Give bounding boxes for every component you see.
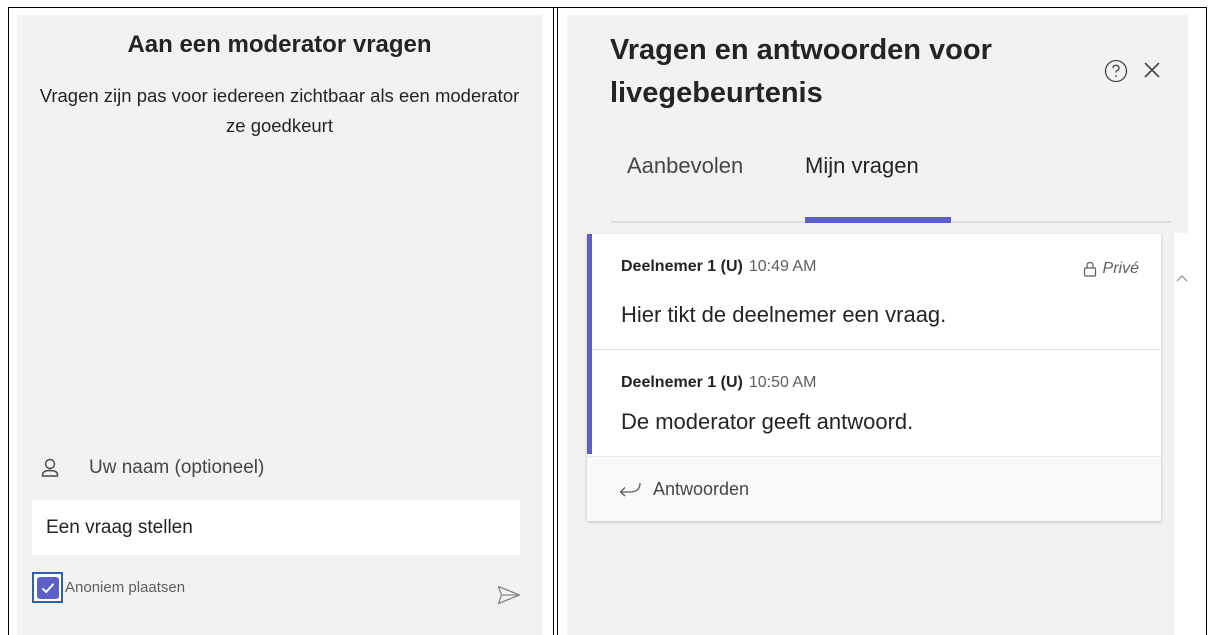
send-icon[interactable] <box>497 585 521 605</box>
question-input[interactable] <box>32 500 520 555</box>
qa-panel: Vragen en antwoorden voor livegebeurteni… <box>567 15 1188 635</box>
name-field[interactable]: Uw naam (optioneel) <box>41 453 264 483</box>
private-label: Privé <box>1102 260 1139 277</box>
ask-panel-subtitle: Vragen zijn pas voor iedereen zichtbaar … <box>39 85 520 136</box>
tab-recommended[interactable]: Aanbevolen <box>627 153 743 179</box>
message-author: Deelnemer 1 (U) <box>621 258 743 275</box>
answer-message: Deelnemer 1 (U) 10:50 AM De moderator ge… <box>592 350 1161 456</box>
message-time: 10:50 AM <box>748 374 817 391</box>
message-author: Deelnemer 1 (U) <box>621 374 743 391</box>
frame-divider-left <box>553 7 554 635</box>
ask-panel-title: Aan een moderator vragen <box>127 31 432 58</box>
name-field-label: Uw naam (optioneel) <box>89 457 265 478</box>
scrollbar[interactable] <box>1174 233 1188 635</box>
message-text: De moderator geeft antwoord. <box>621 409 914 434</box>
question-thread-card: Deelnemer 1 (U) 10:49 AM Privé Hier tikt… <box>587 234 1161 521</box>
close-icon[interactable] <box>1141 59 1163 81</box>
message-header: Deelnemer 1 (U) 10:49 AM <box>621 258 816 276</box>
qa-panel-title: Vragen en antwoorden voor livegebeurteni… <box>610 34 992 109</box>
question-message: Deelnemer 1 (U) 10:49 AM Privé Hier tikt… <box>592 234 1161 350</box>
message-header: Deelnemer 1 (U) 10:50 AM <box>621 374 816 392</box>
chevron-up-icon[interactable] <box>1176 273 1188 283</box>
tab-my-questions[interactable]: Mijn vragen <box>805 153 919 179</box>
qa-tabs: Aanbevolen Mijn vragen <box>611 135 1171 223</box>
ask-moderator-panel: Aan een moderator vragen Vragen zijn pas… <box>17 15 542 635</box>
checkmark-icon <box>41 582 54 593</box>
help-circle-icon[interactable] <box>1104 59 1128 83</box>
anonymous-checkbox[interactable] <box>32 572 63 603</box>
private-badge: Privé <box>1083 260 1139 278</box>
message-text: Hier tikt de deelnemer een vraag. <box>621 302 947 327</box>
anonymous-label: Anoniem plaatsen <box>65 579 186 596</box>
message-time: 10:49 AM <box>748 258 817 275</box>
active-tab-indicator <box>805 217 951 223</box>
anonymous-option[interactable]: Anoniem plaatsen <box>32 572 185 603</box>
lock-icon <box>1083 261 1096 277</box>
reply-arrow-icon <box>619 482 641 497</box>
frame-divider-right <box>557 7 558 635</box>
reply-label: Antwoorden <box>653 478 750 499</box>
person-icon <box>41 458 59 477</box>
reply-button[interactable]: Antwoorden <box>587 456 1161 521</box>
